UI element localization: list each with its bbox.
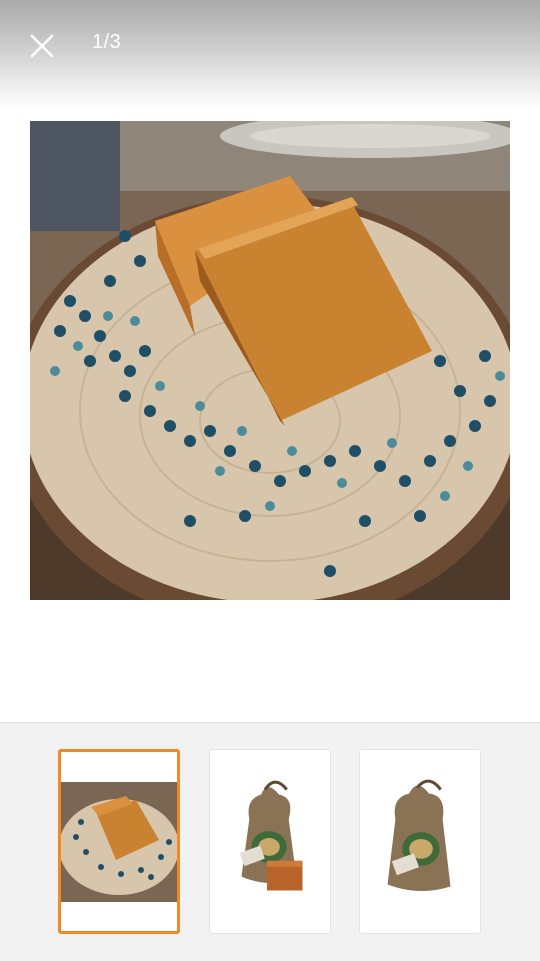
- main-product-image[interactable]: [30, 121, 510, 600]
- thumbnail-1[interactable]: [58, 749, 180, 934]
- viewer-top-bar: 1/3: [0, 0, 540, 110]
- image-counter: 1/3: [92, 31, 122, 53]
- thumbnail-2[interactable]: [209, 749, 331, 934]
- thumbnail-strip: [0, 722, 540, 961]
- close-button[interactable]: [22, 26, 62, 66]
- close-icon: [30, 34, 54, 58]
- thumbnail-3[interactable]: [359, 749, 481, 934]
